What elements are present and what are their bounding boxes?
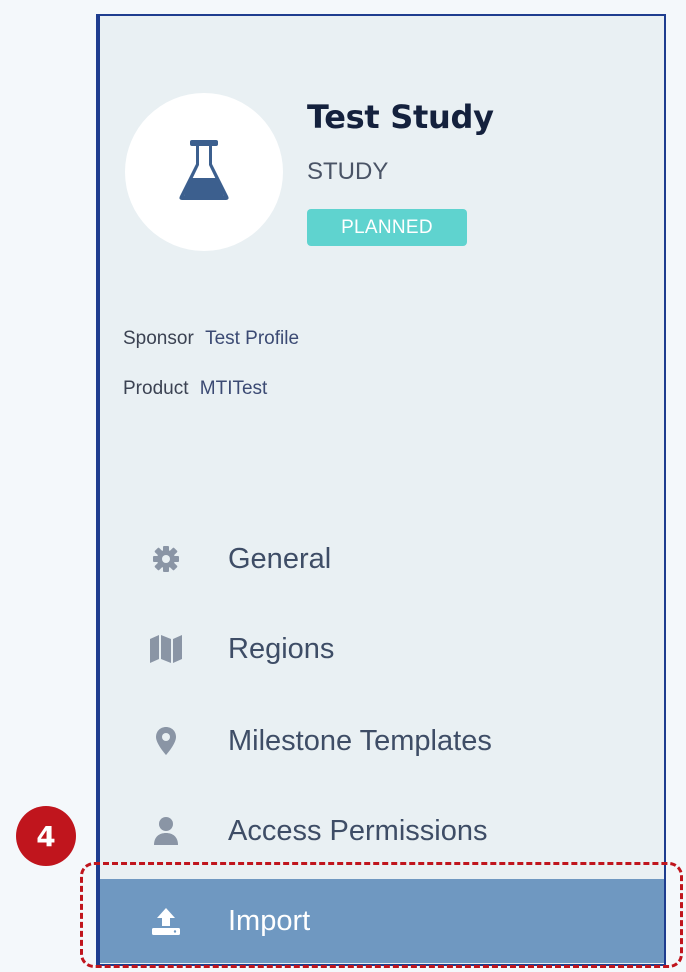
nav-item-milestone-templates[interactable]: Milestone Templates [100, 702, 664, 780]
nav-item-access-permissions[interactable]: Access Permissions [100, 792, 664, 870]
nav-item-label: Import [228, 904, 311, 937]
study-title: Test Study [307, 98, 494, 136]
sponsor-label: Sponsor [123, 328, 194, 349]
nav-item-general[interactable]: General [100, 520, 664, 598]
user-icon [148, 813, 184, 849]
nav-item-regions[interactable]: Regions [100, 610, 664, 688]
nav-item-label: General [228, 542, 332, 575]
nav-item-label: Regions [228, 632, 335, 665]
gear-icon [148, 541, 184, 577]
product-row: Product MTITest [123, 378, 267, 400]
nav-item-label: Access Permissions [228, 814, 488, 847]
product-label: Product [123, 378, 189, 399]
study-type: STUDY [307, 158, 389, 185]
nav-item-import[interactable]: Import [100, 879, 664, 963]
flask-icon [168, 134, 240, 210]
page: Test Study STUDY PLANNED Sponsor Test Pr… [0, 0, 686, 972]
sponsor-row: Sponsor Test Profile [123, 328, 299, 350]
map-pin-icon [148, 723, 184, 759]
upload-icon [148, 903, 184, 939]
nav-item-label: Milestone Templates [228, 724, 492, 757]
status-badge: PLANNED [307, 209, 467, 246]
sponsor-value: Test Profile [205, 328, 300, 349]
study-avatar [125, 93, 283, 251]
map-icon [148, 631, 184, 667]
step-number-badge: 4 [16, 806, 76, 866]
product-value: MTITest [199, 378, 268, 399]
